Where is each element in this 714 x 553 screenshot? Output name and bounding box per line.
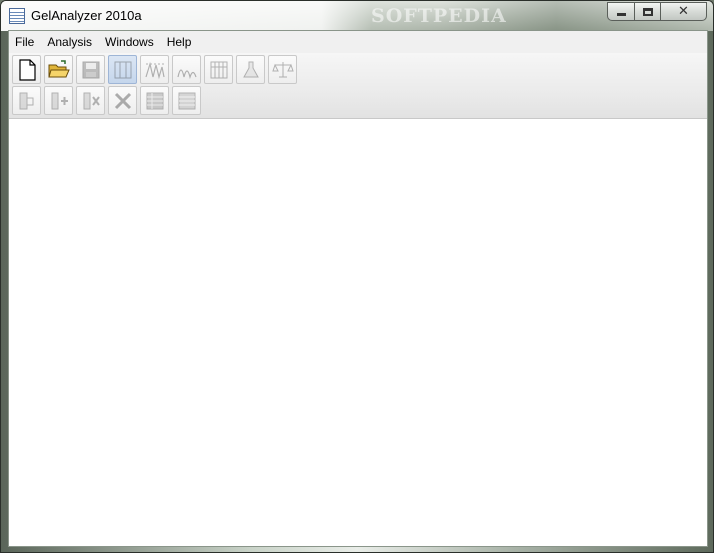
client-area: File Analysis Windows Help [8,30,708,547]
scales-button[interactable] [268,55,297,84]
menu-windows[interactable]: Windows [99,31,160,53]
window-title: GelAnalyzer 2010a [31,8,142,23]
new-document-button[interactable] [12,55,41,84]
remove-lane-icon [83,92,100,109]
lanes-button[interactable] [108,55,137,84]
save-button[interactable] [76,55,105,84]
table-list-icon [178,92,195,109]
hand-icon [19,92,33,109]
open-folder-button[interactable] [44,55,73,84]
open-folder-icon [47,59,70,77]
toolbar-area [9,53,707,119]
table-icon [146,92,163,109]
menu-help[interactable]: Help [161,31,198,53]
table-button[interactable] [140,86,169,115]
add-lane-icon [51,92,68,109]
watermark: SOFTPEDIA [371,5,507,27]
hand-button[interactable] [12,86,41,115]
close-icon: ✕ [678,4,689,19]
scales-icon [271,61,294,77]
flask-button[interactable] [236,55,265,84]
add-lane-button[interactable] [44,86,73,115]
grid-button[interactable] [204,55,233,84]
maximize-icon [642,7,653,16]
save-icon [82,61,99,78]
app-window: GelAnalyzer 2010a SOFTPEDIA ✕ File Analy… [0,0,714,553]
menu-analysis[interactable]: Analysis [41,31,98,53]
grid-icon [210,61,227,78]
peaks-icon [144,61,165,79]
table-list-button[interactable] [172,86,201,115]
app-icon[interactable] [9,8,25,24]
workspace[interactable] [9,120,707,546]
minimize-icon [616,13,626,16]
delete-button[interactable] [108,86,137,115]
profile-icon [176,68,197,79]
menu-file[interactable]: File [9,31,40,53]
profile-button[interactable] [172,55,201,84]
maximize-button[interactable] [634,2,660,21]
peaks-button[interactable] [140,55,169,84]
close-button[interactable]: ✕ [660,2,707,21]
caption-buttons: ✕ [607,2,707,21]
minimize-button[interactable] [607,2,634,21]
remove-lane-button[interactable] [76,86,105,115]
delete-icon [114,92,131,109]
title-bar[interactable]: GelAnalyzer 2010a SOFTPEDIA ✕ [1,1,713,31]
flask-icon [242,61,259,77]
new-document-icon [18,58,36,81]
menu-bar: File Analysis Windows Help [9,31,707,53]
lanes-icon [114,61,131,78]
